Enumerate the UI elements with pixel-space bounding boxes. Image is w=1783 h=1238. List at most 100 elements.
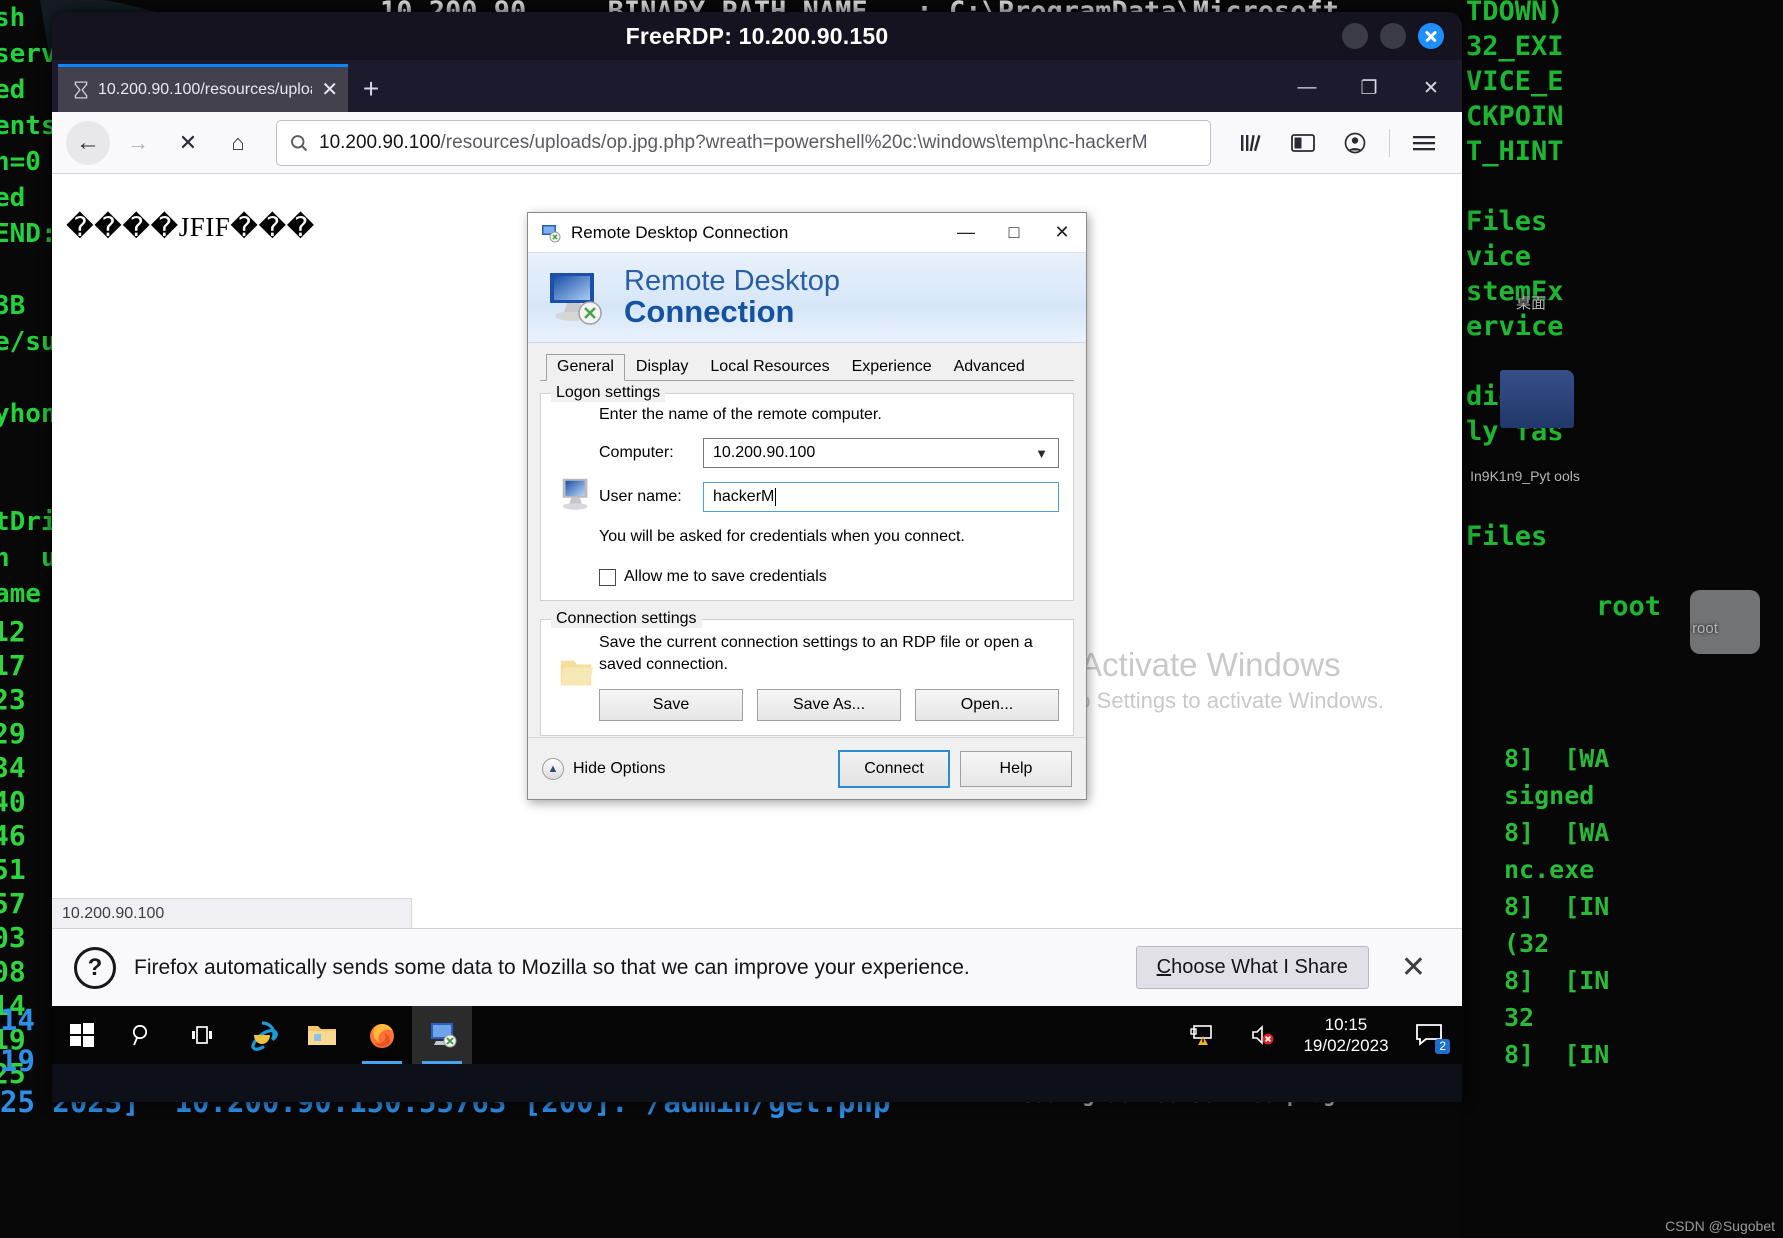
tab-local-resources[interactable]: Local Resources — [699, 354, 840, 381]
background-terminal-left: sh - serv ed d ents n=0 ed d END: 3B e/s… — [0, 3, 88, 609]
remote-desktop-icon — [542, 224, 561, 242]
save-credentials-label: Allow me to save credentials — [624, 568, 827, 585]
remote-desktop-icon — [431, 1023, 457, 1048]
freerdp-window: FreeRDP: 10.200.90.150 10.200.90.100/res… — [52, 12, 1462, 1102]
firefox-icon — [370, 1024, 394, 1048]
username-label: User name: — [599, 488, 682, 505]
choose-what-i-share-button[interactable]: Choose What I Share — [1135, 946, 1369, 989]
stop-button[interactable]: ✕ — [166, 121, 210, 165]
file-explorer-button[interactable] — [292, 1006, 352, 1064]
hamburger-menu-icon[interactable] — [1400, 121, 1448, 165]
action-center-icon[interactable]: 2 — [1406, 1012, 1452, 1058]
credentials-hint: You will be asked for credentials when y… — [599, 528, 965, 545]
rdc-maximize-button[interactable]: □ — [990, 213, 1038, 253]
rdc-close-button[interactable]: ✕ — [1038, 213, 1086, 253]
toolbar-separator — [1389, 128, 1390, 157]
start-button[interactable] — [52, 1006, 112, 1064]
tab-close-icon[interactable]: ✕ — [320, 77, 340, 102]
hide-options-button[interactable]: ▲ Hide Options — [542, 757, 666, 780]
close-icon[interactable] — [1418, 23, 1444, 49]
choose-what-i-share-label: hoose What I Share — [1171, 956, 1348, 978]
connection-settings-group: Connection settings Save the current con… — [540, 610, 1074, 737]
new-tab-button[interactable]: + — [348, 66, 394, 112]
csdn-watermark: CSDN @Sugobet — [1665, 1218, 1775, 1234]
task-view-button[interactable] — [172, 1006, 232, 1064]
logon-settings-row: Enter the name of the remote computer. C… — [555, 406, 1059, 586]
rdc-minimize-button[interactable]: — — [942, 213, 990, 253]
tab-advanced[interactable]: Advanced — [943, 354, 1036, 381]
forward-button[interactable]: → — [116, 121, 160, 165]
firefox-notification-bar: ? Firefox automatically sends some data … — [52, 928, 1462, 1006]
computer-combobox[interactable]: 10.200.90.100 ▼ — [703, 438, 1059, 468]
back-button[interactable]: ← — [66, 120, 110, 165]
background-terminal-right-fragments: 8] [WA signed 8] [WA nc.exe 8] [IN (32 8… — [1504, 744, 1610, 1069]
account-icon[interactable] — [1331, 121, 1379, 165]
firefox-window-controls: — ❐ ✕ — [1276, 66, 1462, 110]
firefox-close-button[interactable]: ✕ — [1400, 66, 1462, 110]
internet-explorer-button[interactable] — [232, 1006, 292, 1064]
tab-experience[interactable]: Experience — [841, 354, 943, 381]
open-button[interactable]: Open... — [915, 689, 1059, 722]
help-button[interactable]: Help — [960, 750, 1072, 787]
rdc-footer: ▲ Hide Options Connect Help — [528, 737, 1086, 799]
browser-tab[interactable]: 10.200.90.100/resources/upload ✕ — [58, 64, 348, 112]
computer-field-row: Computer: 10.200.90.100 ▼ — [599, 438, 1059, 468]
save-credentials-checkbox[interactable] — [599, 568, 616, 586]
rdc-banner-line1: Remote Desktop — [624, 265, 840, 297]
connection-settings-legend: Connection settings — [551, 610, 702, 628]
page-body-text: ����JFIF��� — [66, 212, 315, 242]
rdc-titlebar[interactable]: Remote Desktop Connection — □ ✕ — [528, 213, 1086, 253]
library-icon[interactable] — [1227, 121, 1275, 165]
search-icon — [291, 134, 308, 151]
activate-windows-title: Activate Windows — [1080, 646, 1341, 683]
url-bar[interactable]: 10.200.90.100/resources/uploads/op.jpg.p… — [276, 119, 1211, 166]
activate-windows-watermark: Activate Windows Go to Settings to activ… — [1037, 646, 1384, 714]
firefox-restore-button[interactable]: ❐ — [1338, 66, 1400, 110]
freerdp-titlebar[interactable]: FreeRDP: 10.200.90.150 — [52, 12, 1462, 60]
save-credentials-row[interactable]: Allow me to save credentials — [599, 568, 1059, 586]
rdc-banner-line2: Connection — [624, 294, 795, 330]
rdc-window-controls: — □ ✕ — [942, 213, 1086, 253]
firefox-minimize-button[interactable]: — — [1276, 66, 1338, 110]
maximize-icon[interactable] — [1380, 23, 1406, 49]
choose-what-i-share-accesskey: C — [1156, 956, 1172, 978]
status-bar-url: 10.200.90.100 — [52, 898, 412, 928]
save-button[interactable]: Save — [599, 689, 743, 722]
search-button[interactable] — [112, 1006, 172, 1064]
question-mark-icon: ? — [74, 946, 116, 989]
sidebar-icon[interactable] — [1279, 121, 1327, 165]
system-tray: 10:15 19/02/2023 2 — [1180, 1006, 1462, 1064]
text-caret — [775, 488, 777, 506]
minimize-icon[interactable] — [1342, 23, 1368, 49]
remote-desktop-button[interactable] — [412, 1006, 472, 1064]
folder-icon — [555, 655, 599, 698]
network-warning-icon[interactable] — [1180, 1012, 1226, 1058]
save-as-button[interactable]: Save As... — [757, 689, 901, 722]
computer-label: Computer: — [599, 444, 674, 461]
remote-desktop-connection-dialog: Remote Desktop Connection — □ ✕ Remote D… — [527, 212, 1087, 800]
hourglass-icon — [74, 80, 88, 99]
desktop-folder-icon-1[interactable] — [1500, 370, 1574, 428]
taskbar-clock[interactable]: 10:15 19/02/2023 — [1300, 1014, 1392, 1056]
connection-description: Save the current connection settings to … — [599, 634, 1033, 673]
chevron-down-icon[interactable]: ▼ — [1031, 446, 1052, 461]
freerdp-window-controls — [1342, 23, 1444, 49]
tab-display[interactable]: Display — [625, 354, 699, 381]
home-button[interactable]: ⌂ — [216, 121, 260, 165]
username-input[interactable]: hackerM — [703, 482, 1059, 512]
browser-tab-title: 10.200.90.100/resources/upload — [98, 80, 312, 98]
chevron-up-circle-icon: ▲ — [542, 757, 564, 780]
tab-general[interactable]: General — [546, 354, 625, 381]
notification-message: Firefox automatically sends some data to… — [134, 955, 970, 979]
logon-settings-main: Enter the name of the remote computer. C… — [599, 406, 1059, 586]
firefox-button[interactable] — [352, 1006, 412, 1064]
connection-settings-main: Save the current connection settings to … — [599, 632, 1059, 722]
username-value: hackerM — [713, 488, 775, 505]
connection-buttons: Save Save As... Open... — [599, 689, 1059, 722]
remote-desktop-large-icon — [550, 272, 602, 325]
notification-close-icon[interactable]: ✕ — [1387, 950, 1440, 985]
volume-muted-icon[interactable] — [1240, 1012, 1286, 1058]
logon-description: Enter the name of the remote computer. — [599, 406, 882, 423]
desktop-folder-label-cn: 桌面 — [1515, 295, 1546, 312]
connect-button[interactable]: Connect — [838, 749, 950, 788]
